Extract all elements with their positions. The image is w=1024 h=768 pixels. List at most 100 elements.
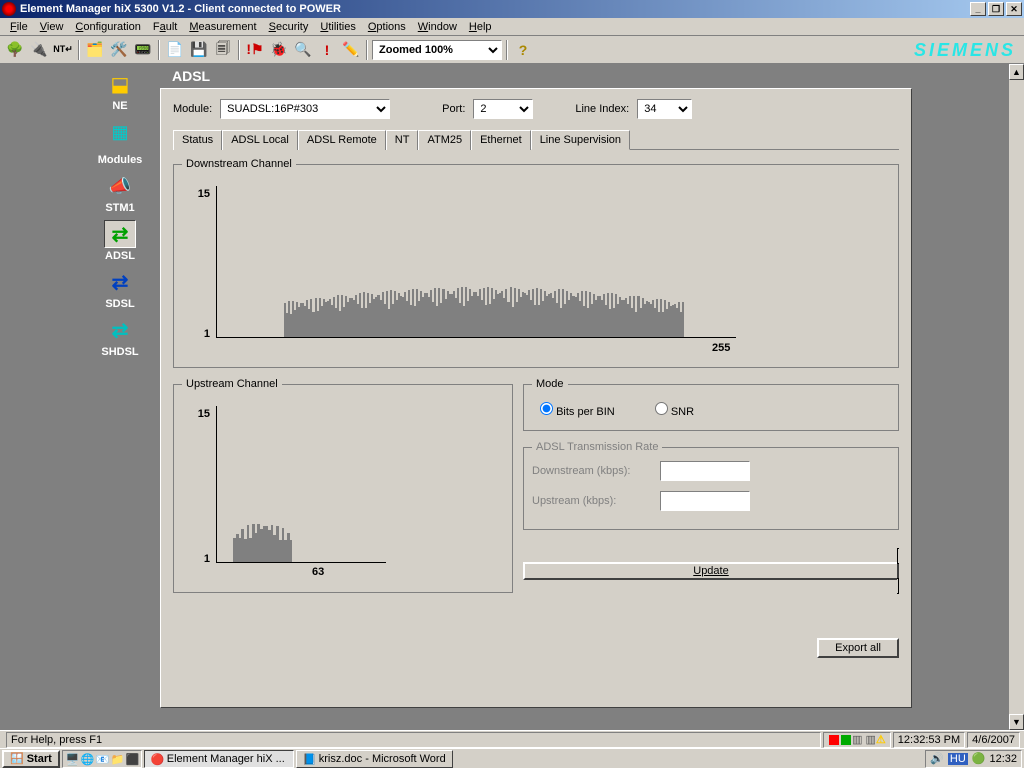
module-icon[interactable]: 📟 [132,39,154,61]
app-icon [2,2,16,16]
port-label: Port: [442,103,465,115]
menu-security[interactable]: Security [263,21,315,33]
lineindex-label: Line Index: [575,103,629,115]
window-title: Element Manager hiX 5300 V1.2 - Client c… [20,3,968,15]
menubar: File View Configuration Fault Measuremen… [0,18,1024,36]
brand-logo: SIEMENS [914,40,1016,61]
status-help: For Help, press F1 [6,732,821,748]
outlook-icon[interactable]: 📧 [96,753,108,765]
copy-icon[interactable]: 🗐 [212,39,234,61]
taskbar-app-elementmanager[interactable]: 🔴 Element Manager hiX ... [144,750,294,768]
mode-legend: Mode [532,378,568,390]
rate-fieldset: ADSL Transmission Rate Downstream (kbps)… [523,441,899,530]
stm1-icon: 📣 [104,172,136,200]
minimize-button[interactable]: _ [970,2,986,16]
mode-snr[interactable]: SNR [655,402,694,418]
us-axes [216,406,386,563]
right-column: Mode Bits per BIN SNR ADSL Transmission … [523,378,899,654]
menu-window[interactable]: Window [412,21,463,33]
menu-options[interactable]: Options [362,21,412,33]
sdsl-icon: ⇄ [104,268,136,296]
alert-icon[interactable]: !⚑ [244,39,266,61]
sidebar-item-stm1[interactable]: 📣 STM1 [80,172,160,214]
menu-file[interactable]: File [4,21,34,33]
sidebar-item-ne[interactable]: ⬓ NE [80,70,160,112]
explorer-icon[interactable]: 📁 [111,753,123,765]
module-label: Module: [173,103,212,115]
vscrollbar[interactable]: ▲ ▼ [1008,64,1024,730]
menu-measurement[interactable]: Measurement [183,21,262,33]
sidebar-item-sdsl[interactable]: ⇄ SDSL [80,268,160,310]
update-button[interactable]: Update [523,548,899,594]
connect-icon[interactable]: 🔌 [28,39,50,61]
close-button[interactable]: ✕ [1006,2,1022,16]
module-select[interactable]: SUADSL:16P#303 [220,99,390,119]
warn-icon[interactable]: ! [316,39,338,61]
save-icon[interactable]: 💾 [188,39,210,61]
led-red-icon [829,735,839,745]
tab-line-supervision[interactable]: Line Supervision [531,130,630,150]
quicklaunch[interactable]: 🖥️ 🌐 📧 📁 ⬛ [62,750,142,768]
edit-icon[interactable]: ✏️ [340,39,362,61]
bug-icon[interactable]: 🐞 [268,39,290,61]
menu-utilities[interactable]: Utilities [314,21,361,33]
scroll-up-icon[interactable]: ▲ [1009,64,1024,80]
menu-help[interactable]: Help [463,21,498,33]
led-warn-icon: ⚠ [876,733,886,746]
mode-bits-radio[interactable] [540,402,553,415]
main-area: ⬓ NE ▦ Modules 📣 STM1 ⇄ ADSL ⇄ SDSL ⇄ SH… [0,64,1024,730]
led-bars-icon: ▥ ▥ [852,733,876,746]
toolbar-sep5 [506,40,508,60]
downstream-chart: 15 1 255 [182,178,890,358]
windows-icon: 🪟 [10,752,24,765]
desktop-icon[interactable]: 🖥️ [66,753,78,765]
tray-app-icon[interactable]: 🟢 [972,752,986,765]
menu-configuration[interactable]: Configuration [69,21,146,33]
card-icon[interactable]: 🗂️ [84,39,106,61]
toolbar-sep3 [238,40,240,60]
doc-icon[interactable]: 📄 [164,39,186,61]
tab-adsl-remote[interactable]: ADSL Remote [298,130,386,150]
config-icon[interactable]: 🛠️ [108,39,130,61]
tab-adsl-local[interactable]: ADSL Local [222,130,298,150]
ie-icon[interactable]: 🌐 [81,753,93,765]
upstream-chart: 15 1 63 [182,398,504,583]
maximize-button[interactable]: ❐ [988,2,1004,16]
tab-nt[interactable]: NT [386,130,419,150]
cmd-icon[interactable]: ⬛ [126,753,138,765]
tray-time: 12:32 [989,753,1017,765]
menu-fault[interactable]: Fault [147,21,183,33]
port-select[interactable]: 2 [473,99,533,119]
scroll-down-icon[interactable]: ▼ [1009,714,1024,730]
tab-atm25[interactable]: ATM25 [418,130,471,150]
sidebar-item-shdsl[interactable]: ⇄ SHDSL [80,316,160,358]
selector-row: Module: SUADSL:16P#303 Port: 2 Line Inde… [173,99,899,119]
volume-icon[interactable]: 🔊 [930,752,944,765]
taskbar-app-word[interactable]: 📘 krisz.doc - Microsoft Word [296,750,453,768]
mode-snr-radio[interactable] [655,402,668,415]
nt-icon[interactable]: NT↵ [52,39,74,61]
lineindex-select[interactable]: 34 [637,99,692,119]
tab-status[interactable]: Status [173,130,222,150]
us-xmax: 63 [312,566,342,578]
lang-indicator[interactable]: HU [948,753,968,765]
sidebar-item-adsl[interactable]: ⇄ ADSL [80,220,160,262]
start-button[interactable]: 🪟 Start [2,750,60,768]
tree-icon[interactable]: 🌳 [4,39,26,61]
systray[interactable]: 🔊 HU 🟢 12:32 [925,750,1022,768]
scroll-track[interactable] [1009,80,1024,714]
toolbar-sep2 [158,40,160,60]
tab-ethernet[interactable]: Ethernet [471,130,531,150]
mode-bits[interactable]: Bits per BIN [540,402,615,418]
rate-legend: ADSL Transmission Rate [532,441,662,453]
us-ymin: 1 [182,553,210,565]
export-button[interactable]: Export all [817,638,899,658]
search-icon[interactable]: 🔍 [292,39,314,61]
sidebar-item-chip[interactable]: ▦ [80,118,160,146]
right-gutter [928,64,1008,730]
help-icon[interactable]: ? [512,39,534,61]
mode-fieldset: Mode Bits per BIN SNR [523,378,899,431]
zoom-select[interactable]: Zoomed 100% [372,40,502,60]
tabs: Status ADSL Local ADSL Remote NT ATM25 E… [173,129,899,150]
menu-view[interactable]: View [34,21,70,33]
